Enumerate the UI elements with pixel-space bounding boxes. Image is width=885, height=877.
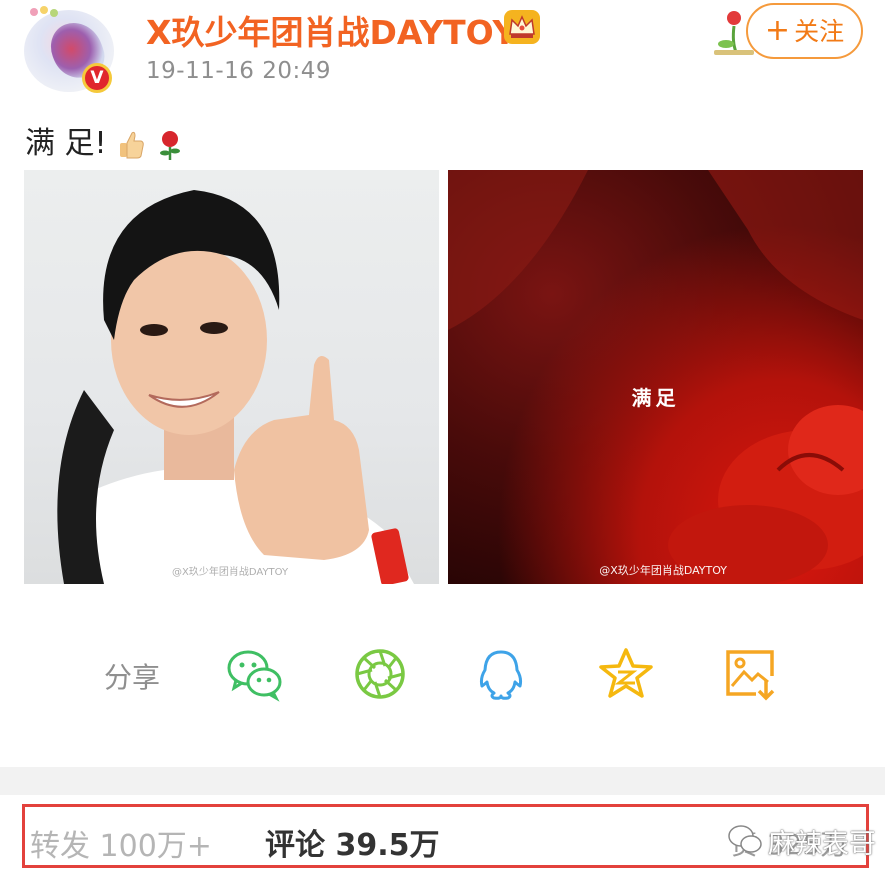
wechat-watermark-icon — [728, 825, 762, 853]
follow-label: 关注 — [794, 17, 845, 46]
repost-tab[interactable]: 转发 100万+ — [30, 821, 212, 865]
section-divider — [0, 767, 885, 795]
crown-icon — [504, 10, 540, 44]
qq-icon[interactable] — [472, 646, 530, 702]
qzone-icon[interactable] — [597, 646, 655, 702]
flower-decoration-icon — [30, 6, 58, 17]
image-watermark: @X玖少年团肖战DAYTOY — [599, 564, 727, 577]
moments-icon[interactable] — [352, 646, 410, 702]
wechat-icon[interactable] — [226, 646, 284, 702]
image-caption: 满足 — [631, 386, 680, 410]
post-image-1[interactable]: @X玖少年团肖战DAYTOY — [24, 170, 439, 584]
portrait-illustration — [57, 190, 414, 584]
verified-badge-icon: V — [82, 63, 112, 93]
rose-illustration — [448, 170, 863, 584]
thumbs-up-emoji-icon — [120, 131, 144, 158]
follow-button[interactable]: + 关注 — [746, 3, 863, 59]
overlay-watermark: 麻辣表哥 — [768, 829, 876, 860]
image-watermark: @X玖少年团肖战DAYTOY — [172, 567, 289, 578]
post-timestamp: 19-11-16 20:49 — [146, 58, 331, 84]
plus-icon: + — [764, 13, 791, 48]
save-image-icon[interactable] — [722, 646, 780, 702]
rose-emoji-icon — [159, 130, 180, 160]
comment-tab[interactable]: 评论 39.5万 — [265, 820, 439, 864]
share-label: 分享 — [104, 661, 161, 694]
post-image-2[interactable]: 满足 @X玖少年团肖战DAYTOY — [448, 170, 863, 584]
username[interactable]: X玖少年团肖战DAYTOY — [146, 6, 516, 54]
post-text-content: 满 足! — [25, 126, 107, 161]
post-text: 满 足! — [25, 118, 184, 162]
